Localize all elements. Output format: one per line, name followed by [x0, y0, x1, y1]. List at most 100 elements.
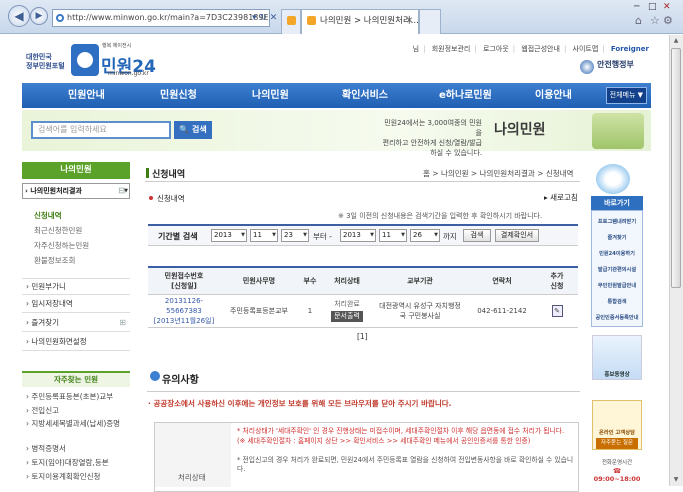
left-nav-item-results[interactable]: › 나의민원처리결과 ⊟ [22, 183, 130, 199]
foreigner-link[interactable]: Foreigner [611, 45, 649, 53]
promo-illustration [592, 113, 644, 149]
nav-item-ehanaro[interactable]: e하나로민원 [439, 83, 492, 108]
from-year-select[interactable]: 2013 [211, 229, 247, 242]
quick-item[interactable]: 통합검색 [592, 298, 642, 305]
page-title: 신청내역 [152, 170, 186, 180]
left-nav-item-temp[interactable]: › 임시저장내역 [22, 296, 130, 313]
gov-portal-label: 대한민국 정부민원포털 [26, 53, 65, 70]
refresh-link[interactable]: ▸ 새로고침 [544, 192, 578, 203]
tab-active[interactable]: 나의민원 > 나의민원처리... ✕ [301, 9, 419, 34]
table-header-row: 민원접수번호 [신청일] 민원사무명 부수 처리상태 교부기관 연락처 추가 신… [148, 266, 578, 295]
home-icon[interactable]: ⌂ [635, 14, 642, 27]
tab-blank[interactable] [281, 9, 301, 34]
title-marker [146, 168, 149, 178]
address-bar[interactable]: http://www.minwon.go.kr/main?a=7D3C23981… [52, 9, 270, 27]
quick-item[interactable]: 프로그램내려받기 [592, 218, 642, 225]
name-cell: 주민등록표등본교부 [220, 294, 298, 328]
nav-item-usage[interactable]: 이용안내 [535, 83, 572, 108]
left-nav: 나의민원 [22, 162, 130, 179]
to-day-select[interactable]: 26 [410, 229, 440, 242]
quick-item[interactable]: 발급기관편의시설 [592, 266, 642, 273]
pagination[interactable]: [1] [357, 332, 368, 341]
frequent-item[interactable]: › 토지(임야)대장열람,등본 [26, 457, 109, 468]
settings-gear-icon[interactable]: ⚙ [663, 14, 673, 27]
collapse-icon[interactable]: ⊟ [118, 184, 125, 198]
minwon-logo-icon[interactable] [71, 44, 99, 76]
maximize-button[interactable]: □ [648, 2, 657, 12]
nav-item-apply[interactable]: 민원신청 [160, 83, 197, 108]
promo-title: 나의민원 [494, 122, 546, 138]
nav-item-my[interactable]: 나의민원 [252, 83, 289, 108]
promo-video-label: 홍보동영상 [604, 372, 630, 378]
quick-item[interactable]: 무인민원발급안내 [592, 282, 642, 289]
left-nav-sub-frequent[interactable]: 자주신청하는민원 [34, 240, 89, 251]
address-controls[interactable]: ▾ ↻ ✕ [252, 9, 277, 27]
frequent-item[interactable]: › 주민등록표등본(초본)교부 [26, 391, 113, 402]
search-button[interactable]: 🔍 검색 [174, 121, 212, 139]
quick-title: 바로가기 [591, 196, 643, 210]
close-window-button[interactable]: ✕ [663, 2, 671, 12]
left-nav-sub-refund[interactable]: 환불정보조회 [34, 255, 75, 266]
col-status: 처리상태 [322, 266, 372, 295]
all-menu-button[interactable]: 전체메뉴 ▼ [605, 87, 647, 104]
caution-title: 유의사항 [162, 375, 199, 386]
back-button[interactable]: ◀ [8, 5, 30, 27]
from-day-select[interactable]: 23 [281, 229, 309, 242]
member-info-link[interactable]: 회원정보관리 [432, 45, 471, 53]
promo-text: 민원24에서는 3,000여종의 민원을 편리하고 안전하게 신청/열람/발급 하… [382, 119, 482, 157]
left-nav-sub-history[interactable]: 신청내역 [34, 210, 62, 221]
col-extra: 추가 신청 [536, 266, 578, 295]
nav-item-guide[interactable]: 민원안내 [68, 83, 105, 108]
to-month-select[interactable]: 11 [379, 229, 407, 242]
caution-divider [147, 391, 580, 392]
col-copies: 부수 [298, 266, 322, 295]
filter-search-button[interactable]: 검색 [463, 229, 491, 242]
forward-button[interactable]: ▶ [30, 7, 48, 25]
frequent-item[interactable]: › 토지이용계획확인신청 [26, 471, 100, 482]
ministry-name[interactable]: 안전행정부 [597, 59, 634, 70]
status-cell: 처리완료 문서출력 [322, 294, 372, 328]
scroll-thumb[interactable] [671, 48, 681, 288]
left-nav-item-settings[interactable]: › 나의민원화면설정 [22, 334, 130, 351]
accessibility-link[interactable]: 웹접근성안내 [521, 45, 560, 53]
receipt-cell[interactable]: 20131126-55667383 [2013년11월26일] [148, 294, 220, 328]
results-table: 민원접수번호 [신청일] 민원사무명 부수 처리상태 교부기관 연락처 추가 신… [148, 266, 578, 328]
minimize-button[interactable]: ─ [634, 2, 639, 12]
col-agency: 교부기관 [372, 266, 468, 295]
apply-document-icon[interactable]: ✎ [551, 304, 563, 317]
frequent-item[interactable]: › 병적증명서 [26, 443, 66, 454]
extra-apply-cell[interactable]: ✎ [536, 294, 578, 328]
favicon-icon [307, 16, 316, 25]
expand-icon[interactable]: ⊞ [119, 315, 126, 330]
payment-confirm-button[interactable]: 결제확인서 [495, 229, 539, 242]
scroll-up-arrow-icon[interactable]: ▲ [671, 37, 681, 44]
frequent-item[interactable]: › 전입신고 [26, 405, 59, 416]
left-nav-sub-recent[interactable]: 최근신청한민원 [34, 225, 82, 236]
from-month-select[interactable]: 11 [250, 229, 278, 242]
left-nav-item-cart[interactable]: › 민원부가니 [22, 278, 130, 295]
info-box-label: 처리상태 [178, 473, 206, 482]
filter-label: 기간별 검색 [158, 232, 198, 241]
sitemap-link[interactable]: 사이트맵 [573, 45, 599, 53]
left-nav-item-favorites[interactable]: › 즐겨찾기 ⊞ [22, 315, 130, 332]
print-document-button[interactable]: 문서출력 [331, 311, 363, 322]
close-tab-icon[interactable]: ✕ [406, 10, 413, 32]
section-bullet-icon [149, 196, 153, 200]
quick-item[interactable]: 즐겨찾기 [592, 234, 642, 241]
faq-button[interactable]: 자주묻는 질문 [596, 438, 638, 449]
agency-cell: 대전광역시 유성구 자치행정국 구민봉사실 [372, 294, 468, 328]
from-label: 부터 - [313, 232, 332, 241]
search-input[interactable]: 검색어를 입력하세요 [31, 121, 171, 139]
left-nav-title: 나의민원 [22, 162, 130, 179]
scroll-down-arrow-icon[interactable]: ▼ [671, 476, 681, 483]
mascot-image [596, 164, 630, 194]
quick-item[interactable]: 민원24이용하기 [592, 250, 642, 257]
to-year-select[interactable]: 2013 [340, 229, 376, 242]
nav-item-verify[interactable]: 확인서비스 [342, 83, 388, 108]
new-tab-button[interactable] [419, 9, 441, 34]
frequent-item[interactable]: › 지방세세목별과세(납세)증명 [26, 419, 126, 429]
favorites-star-icon[interactable]: ☆ [650, 14, 660, 27]
breadcrumb: 홈 > 나의민원 > 나의민원처리결과 > 신청내역 [423, 169, 574, 178]
logout-link[interactable]: 로그아웃 [483, 45, 509, 53]
quick-item[interactable]: 공인인증서등록안내 [592, 314, 642, 321]
